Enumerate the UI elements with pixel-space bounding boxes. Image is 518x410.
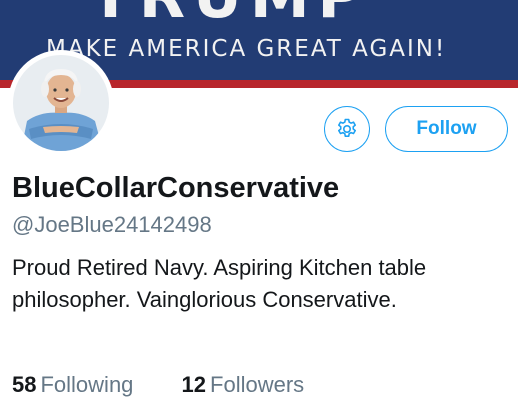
display-name: BlueCollarConservative bbox=[12, 172, 340, 204]
followers-count: 12 bbox=[181, 372, 207, 397]
avatar-photo bbox=[13, 55, 109, 151]
user-handle: @JoeBlue24142498 bbox=[12, 212, 212, 237]
followers-stat[interactable]: 12 Followers bbox=[182, 372, 305, 398]
gear-icon bbox=[338, 118, 356, 137]
follow-button[interactable]: Follow bbox=[385, 106, 508, 152]
profile-bio: Proud Retired Navy. Aspiring Kitchen tab… bbox=[12, 255, 427, 312]
profile-stats: 58 Following 12 Followers bbox=[12, 372, 304, 398]
following-count: 58 bbox=[12, 372, 37, 397]
followers-label: Followers bbox=[210, 372, 305, 397]
banner-top-text: TRUMP bbox=[90, 0, 370, 32]
following-stat[interactable]: 58 Following bbox=[12, 372, 133, 398]
following-label: Following bbox=[40, 372, 134, 397]
settings-button[interactable] bbox=[324, 106, 370, 152]
avatar[interactable] bbox=[8, 50, 114, 156]
